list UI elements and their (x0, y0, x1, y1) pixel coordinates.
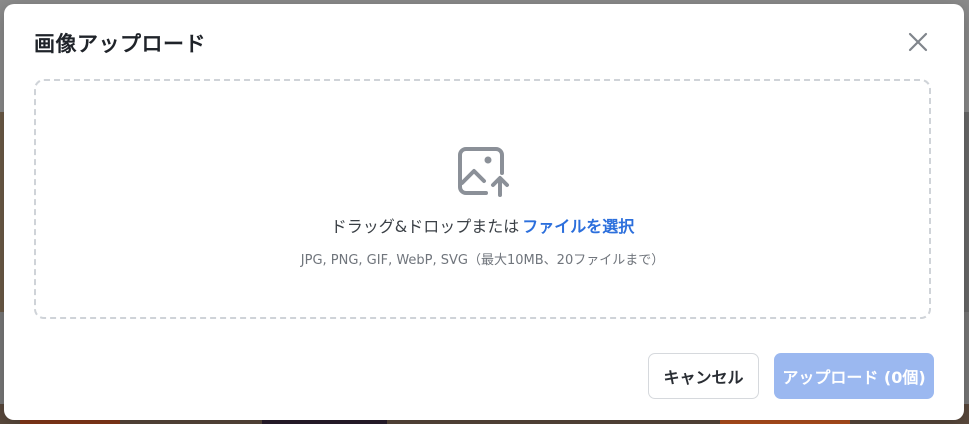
modal-overlay[interactable]: 画像アップロード ドラッグ&ドロップまたは ファイルを選択 JPG, PNG, G… (0, 0, 969, 424)
drop-text: ドラッグ&ドロップまたは (330, 217, 520, 236)
select-file-link[interactable]: ファイルを選択 (522, 217, 634, 236)
upload-dialog: 画像アップロード ドラッグ&ドロップまたは ファイルを選択 JPG, PNG, G… (4, 4, 964, 420)
cancel-button[interactable]: キャンセル (648, 353, 759, 399)
image-upload-icon (457, 147, 509, 197)
file-format-hint: JPG, PNG, GIF, WebP, SVG（最大10MB、20ファイルまで… (300, 253, 665, 268)
close-icon (908, 32, 928, 52)
dialog-title: 画像アップロード (34, 32, 206, 56)
file-dropzone[interactable]: ドラッグ&ドロップまたは ファイルを選択 JPG, PNG, GIF, WebP,… (34, 79, 931, 319)
drop-instructions: ドラッグ&ドロップまたは ファイルを選択 (331, 213, 635, 237)
close-button[interactable] (902, 26, 934, 58)
upload-button[interactable]: アップロード (0個) (774, 353, 934, 399)
